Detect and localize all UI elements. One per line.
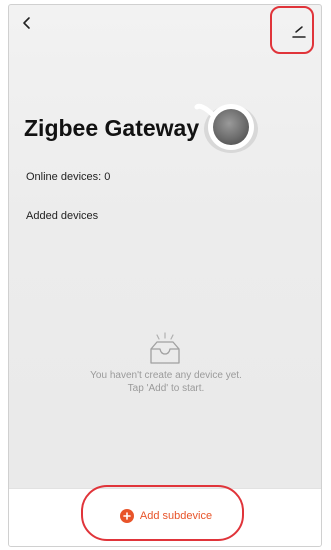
coffee-cup-image bbox=[194, 103, 258, 153]
empty-state-message: You haven't create any device yet. Tap '… bbox=[9, 369, 321, 395]
plus-circle-icon bbox=[119, 509, 134, 523]
empty-state-line-2: Tap 'Add' to start. bbox=[127, 383, 205, 394]
empty-box-icon bbox=[150, 332, 180, 364]
app-screen: Zigbee Gateway Online devices: 0 Added d… bbox=[8, 4, 322, 547]
bottom-bar: Add subdevice bbox=[9, 488, 321, 546]
chevron-left-icon bbox=[23, 17, 30, 29]
add-subdevice-label: Add subdevice bbox=[139, 510, 213, 522]
online-devices-label: Online devices: 0 bbox=[26, 171, 111, 183]
pencil-edit-icon bbox=[292, 26, 306, 38]
add-subdevice-button[interactable]: Add subdevice bbox=[9, 502, 321, 530]
back-button[interactable] bbox=[15, 11, 39, 35]
edit-button[interactable] bbox=[283, 11, 315, 53]
added-devices-label: Added devices bbox=[26, 210, 99, 222]
device-title: Zigbee Gateway bbox=[24, 115, 200, 141]
empty-state-line-1: You haven't create any device yet. bbox=[90, 370, 242, 381]
